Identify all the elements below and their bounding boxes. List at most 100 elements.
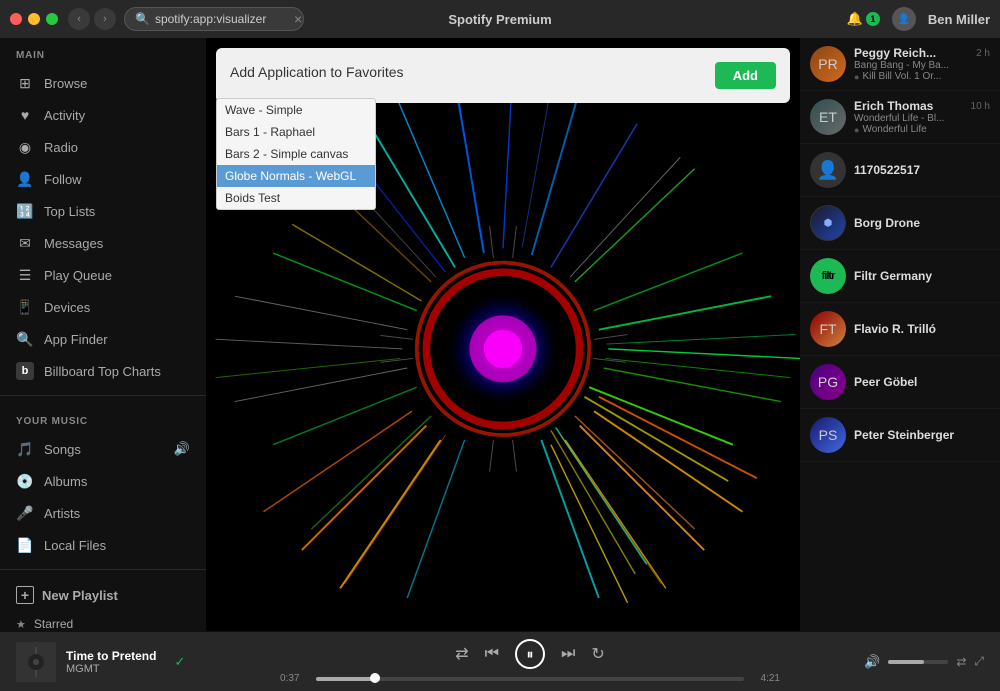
friend-info-flavio: Flavio R. Trilló (854, 322, 990, 336)
app-list-item-wave[interactable]: Wave - Simple (217, 99, 375, 121)
friend-item-peter[interactable]: PS Peter Steinberger (800, 409, 1000, 462)
friend-avatar-anon: 👤 (810, 152, 846, 188)
sidebar-item-label: Songs (44, 442, 81, 457)
player-controls: ⇄ ⏮ ⏸ ⏭ ↻ 0:37 4:21 (248, 639, 812, 684)
forward-button[interactable]: › (94, 8, 116, 30)
app-list-item-bars2[interactable]: Bars 2 - Simple canvas (217, 143, 375, 165)
friend-name: Peggy Reich... (854, 46, 936, 60)
sidebar-item-label: Play Queue (44, 268, 112, 283)
friend-info-anon: 1170522517 (854, 163, 990, 177)
new-playlist-button[interactable]: + New Playlist (0, 578, 206, 612)
add-button[interactable]: Add (715, 62, 776, 89)
star-icon: ★ (16, 618, 26, 631)
sidebar-item-albums[interactable]: 💿 Albums (0, 465, 206, 497)
sidebar-item-billboard[interactable]: b Billboard Top Charts (0, 355, 206, 387)
volume-icon: 🔊 (864, 654, 880, 670)
fullscreen-button[interactable]: ⤢ (974, 654, 984, 669)
close-button[interactable] (10, 13, 22, 25)
progress-bar[interactable] (316, 677, 744, 681)
devices-icon: 📱 (16, 298, 34, 316)
maximize-button[interactable] (46, 13, 58, 25)
songs-icon: 🎵 (16, 440, 34, 458)
app-title: Spotify Premium (448, 12, 551, 27)
friend-avatar-peter: PS (810, 417, 846, 453)
friend-item-peggy[interactable]: PR Peggy Reich... 2 h Bang Bang - My Ba.… (800, 38, 1000, 91)
friend-item-erich[interactable]: ET Erich Thomas 10 h Wonderful Life - Bl… (800, 91, 1000, 144)
new-playlist-label: New Playlist (42, 588, 118, 603)
previous-button[interactable]: ⏮ (485, 645, 499, 663)
search-bar[interactable]: 🔍 × (124, 7, 304, 31)
user-name: Ben Miller (928, 12, 990, 27)
play-pause-button[interactable]: ⏸ (515, 639, 545, 669)
title-right: 🔔 1 👤 Ben Miller (847, 7, 990, 31)
window-controls (10, 13, 58, 25)
friend-avatar-filtr: filtr (810, 258, 846, 294)
notifications-button[interactable]: 🔔 1 (847, 11, 880, 27)
player-bar: Time to Pretend MGMT ✓ ⇄ ⏮ ⏸ ⏭ ↻ 0:37 4:… (0, 631, 1000, 691)
control-buttons: ⇄ ⏮ ⏸ ⏭ ↻ (455, 639, 605, 669)
sidebar-item-messages[interactable]: ✉ Messages (0, 227, 206, 259)
sidebar-item-follow[interactable]: 👤 Follow (0, 163, 206, 195)
sidebar-item-devices[interactable]: 📱 Devices (0, 291, 206, 323)
back-button[interactable]: ‹ (68, 8, 90, 30)
sidebar-item-label: Messages (44, 236, 103, 251)
time-total: 4:21 (752, 673, 780, 684)
track-artist: MGMT (66, 663, 156, 675)
playlist-item-starred[interactable]: ★ Starred (0, 612, 206, 631)
friend-item-anon[interactable]: 👤 1170522517 (800, 144, 1000, 197)
friend-info-borg: Borg Drone (854, 216, 990, 230)
app-list-item-boids[interactable]: Boids Test (217, 187, 375, 209)
time-current: 0:37 (280, 673, 308, 684)
friend-avatar-flavio: FT (810, 311, 846, 347)
track-thumbnail (16, 642, 56, 682)
friend-item-borg[interactable]: ⬢ Borg Drone (800, 197, 1000, 250)
browse-icon: ⊞ (16, 74, 34, 92)
sidebar-item-top-lists[interactable]: 🔢 Top Lists (0, 195, 206, 227)
saved-checkmark[interactable]: ✓ (174, 654, 185, 670)
friend-item-filtr[interactable]: filtr Filtr Germany (800, 250, 1000, 303)
repeat-button[interactable]: ↻ (591, 644, 604, 664)
friend-name: Flavio R. Trilló (854, 322, 990, 336)
friend-name: Erich Thomas (854, 99, 933, 113)
friend-name: Peter Steinberger (854, 428, 990, 442)
billboard-icon: b (16, 362, 34, 380)
sidebar-item-browse[interactable]: ⊞ Browse (0, 67, 206, 99)
playlist-label: Starred (34, 617, 73, 631)
sidebar-item-label: Billboard Top Charts (44, 364, 161, 379)
sidebar-item-app-finder[interactable]: 🔍 App Finder (0, 323, 206, 355)
friend-item-peer[interactable]: PG Peer Göbel (800, 356, 1000, 409)
disc-icon: ● (854, 125, 859, 135)
friend-avatar-borg: ⬢ (810, 205, 846, 241)
user-avatar[interactable]: 👤 (892, 7, 916, 31)
titlebar: ‹ › 🔍 × Spotify Premium 🔔 1 👤 Ben Miller (0, 0, 1000, 38)
shuffle-button[interactable]: ⇄ (455, 644, 468, 664)
sidebar-item-artists[interactable]: 🎤 Artists (0, 497, 206, 529)
notification-badge: 1 (866, 12, 880, 26)
sidebar-item-label: Albums (44, 474, 87, 489)
search-input[interactable] (155, 12, 285, 26)
repeat-icon-button[interactable]: ⇄ (956, 655, 966, 669)
friend-info-peggy: Peggy Reich... 2 h Bang Bang - My Ba... … (854, 46, 990, 82)
close-icon[interactable]: × (290, 11, 306, 27)
add-app-dialog: Add Application to Favorites Add (216, 48, 790, 103)
friend-name: Borg Drone (854, 216, 990, 230)
app-list[interactable]: Wave - Simple Bars 1 - Raphael Bars 2 - … (216, 98, 376, 210)
minimize-button[interactable] (28, 13, 40, 25)
app-list-item-bars1[interactable]: Bars 1 - Raphael (217, 121, 375, 143)
friend-album: Kill Bill Vol. 1 Or... (862, 71, 941, 82)
sidebar: MAIN ⊞ Browse ♥ Activity ◉ Radio 👤 Follo… (0, 38, 206, 631)
friend-item-flavio[interactable]: FT Flavio R. Trilló (800, 303, 1000, 356)
volume-bar[interactable] (888, 660, 948, 664)
friend-track: Bang Bang - My Ba... (854, 60, 990, 71)
sidebar-item-play-queue[interactable]: ☰ Play Queue (0, 259, 206, 291)
sidebar-item-songs[interactable]: 🎵 Songs 🔊 (0, 433, 206, 465)
friend-name: 1170522517 (854, 163, 990, 177)
sidebar-item-activity[interactable]: ♥ Activity (0, 99, 206, 131)
sidebar-item-radio[interactable]: ◉ Radio (0, 131, 206, 163)
dialog-title: Add Application to Favorites (230, 62, 705, 80)
sidebar-item-local-files[interactable]: 📄 Local Files (0, 529, 206, 561)
app-list-item-globe[interactable]: Globe Normals - WebGL (217, 165, 375, 187)
messages-icon: ✉ (16, 234, 34, 252)
next-button[interactable]: ⏭ (561, 645, 575, 663)
sidebar-item-label: Local Files (44, 538, 106, 553)
